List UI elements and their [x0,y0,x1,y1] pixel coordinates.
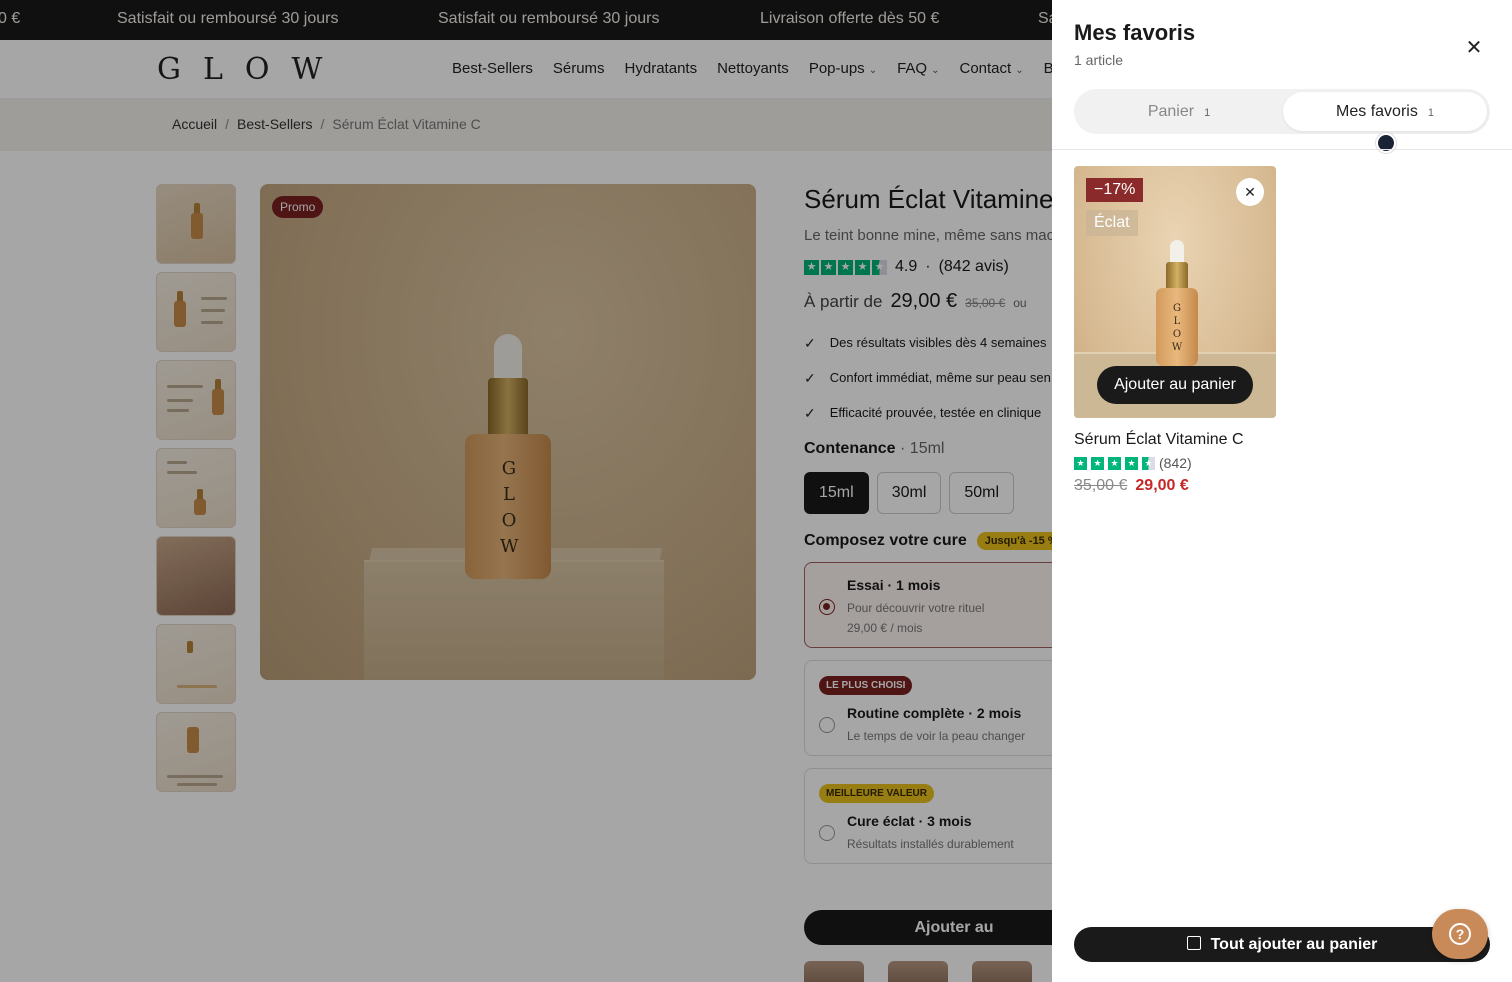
star-icon: ★ [1091,456,1104,470]
favorites-drawer: Mes favoris 1 article ✕ Panier 1 Mes favo… [1052,0,1512,982]
close-icon[interactable]: ✕ [1462,36,1486,60]
favorite-review-count: (842) [1159,455,1192,471]
favorite-price-old: 35,00 € [1074,477,1128,494]
question-icon: ? [1449,923,1471,945]
star-icon: ★ [1108,456,1121,470]
add-all-label: Tout ajouter au panier [1210,936,1378,953]
help-button[interactable]: ? [1432,909,1488,959]
favorite-product-rating: ★ ★ ★ ★ ★ (842) [1074,455,1192,471]
tab-label: Panier [1147,103,1195,120]
remove-favorite-button[interactable]: ✕ [1236,178,1264,206]
favorite-prices: 35,00 € 29,00 € [1074,477,1189,495]
card-add-to-cart-button[interactable]: Ajouter au panier [1097,366,1253,404]
add-all-to-cart-button[interactable]: Tout ajouter au panier [1074,927,1490,962]
drawer-tabs: Panier 1 Mes favoris 1 [1074,89,1490,134]
favorite-product-image[interactable]: G L O W −17% Éclat ✕ Ajouter au panier [1074,166,1276,418]
drawer-count: 1 article [1074,52,1124,68]
tab-count: 1 [1427,107,1434,119]
tab-label: Mes favoris [1336,103,1418,120]
favorite-product-name[interactable]: Sérum Éclat Vitamine C [1074,431,1244,449]
bag-icon [1186,936,1201,950]
product-tag: Éclat [1086,210,1138,236]
tab-favoris[interactable]: Mes favoris 1 [1283,92,1487,131]
close-icon: ✕ [1244,184,1256,200]
tab-count: 1 [1204,107,1211,119]
bottle-label: G L O W [1171,303,1183,353]
favorite-price-new: 29,00 € [1135,477,1189,494]
star-icon: ★ [1125,456,1138,470]
cursor-dot [1376,133,1396,153]
star-icon: ★ [1074,456,1087,470]
divider [1052,149,1512,150]
drawer-title: Mes favoris [1074,20,1196,45]
discount-badge: −17% [1086,178,1144,202]
star-icon: ★ [1142,456,1155,470]
tab-panier[interactable]: Panier 1 [1077,92,1281,131]
